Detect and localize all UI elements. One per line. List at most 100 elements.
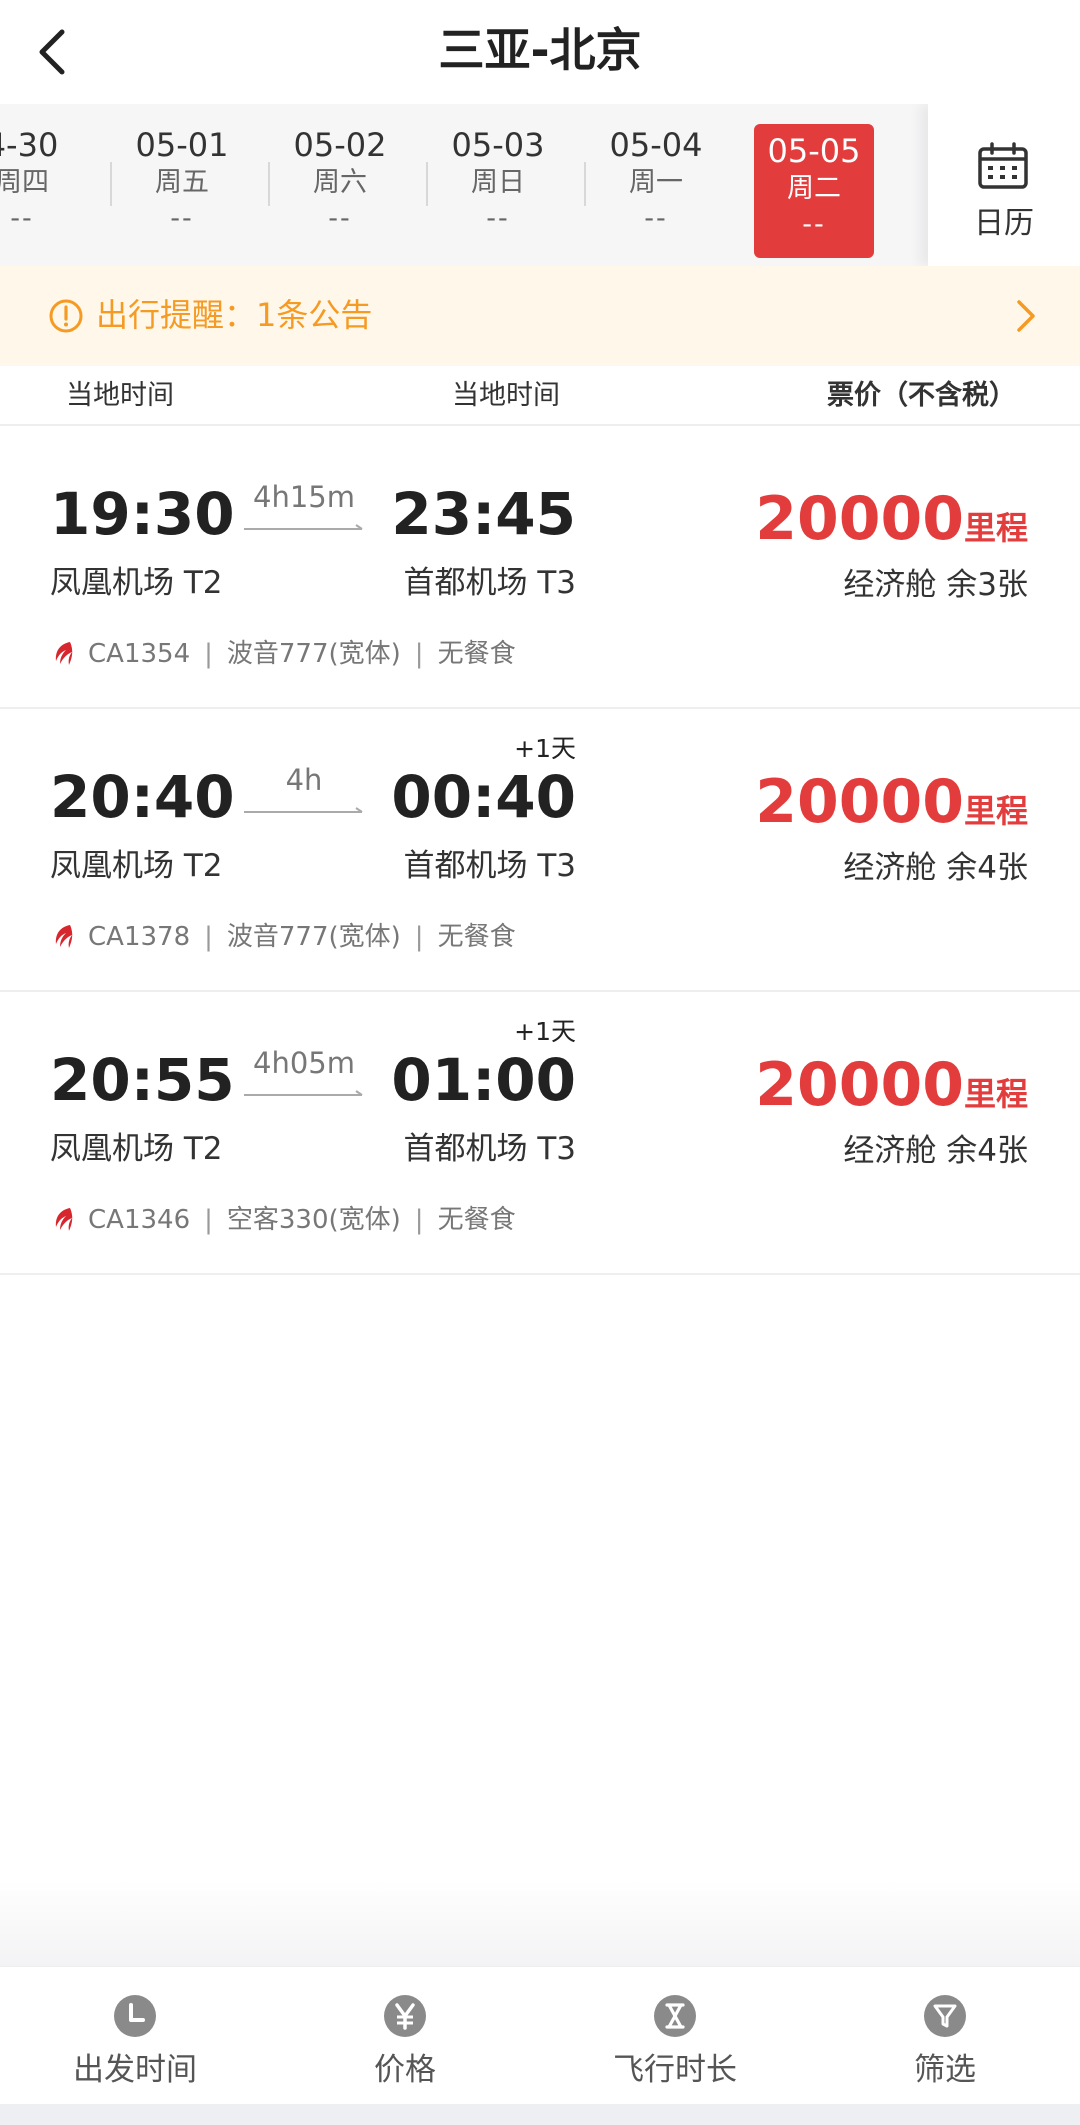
date-label: 4-30 [0, 126, 59, 164]
date-item-0501[interactable]: 05-01 周五 -- [122, 124, 242, 244]
arrival-airport: 首都机场 T3 [403, 565, 576, 601]
bottom-fade [0, 1880, 1080, 1966]
date-label: 05-05 [767, 132, 861, 170]
tab-label: 飞行时长 [613, 2052, 737, 2088]
column-header: 当地时间 当地时间 票价（不含税） [0, 366, 1080, 426]
date-item-0504[interactable]: 05-04 周一 -- [596, 124, 716, 244]
flight-duration: 4h15m [253, 480, 355, 514]
tab-filter[interactable]: 筛选 [810, 1967, 1080, 2105]
date-label: 05-03 [451, 126, 545, 164]
page-title: 三亚-北京 [438, 23, 642, 77]
flight-row[interactable]: 19:30 4h15m 23:45 凤凰机场 T2 首都机场 T3 20000里… [0, 426, 1080, 709]
departure-time: 20:55 [50, 1046, 235, 1114]
weekday-label: 周五 [155, 167, 209, 198]
meal-info: 无餐食 [437, 639, 516, 669]
arrival-time: 00:40 [391, 763, 576, 831]
travel-notice-banner[interactable]: 出行提醒：1条公告 [0, 266, 1080, 366]
price-unit: 里程 [963, 792, 1028, 830]
cabin-availability: 经济舱 余3张 [843, 567, 1028, 603]
tab-flight-duration[interactable]: 飞行时长 [540, 1967, 810, 2105]
arrival-time: 01:00 [391, 1046, 576, 1114]
flight-meta: CA1346 | 空客330(宽体) | 无餐食 [50, 1202, 516, 1238]
departure-time: 20:40 [50, 763, 235, 831]
alert-circle-icon [49, 299, 83, 333]
date-item-0430[interactable]: 4-30 周四 -- [0, 124, 82, 244]
meta-separator: | [204, 1205, 213, 1235]
price-value: 20000 [755, 1050, 964, 1120]
duration-arrow [244, 524, 363, 530]
yuan-icon [384, 1995, 426, 2037]
date-price: -- [10, 203, 34, 234]
divider [426, 162, 428, 206]
flight-number: CA1354 [88, 639, 191, 669]
divider [110, 162, 112, 206]
arrival-airport: 首都机场 T3 [403, 848, 576, 884]
date-price: -- [170, 203, 194, 234]
departure-time: 19:30 [50, 480, 235, 548]
weekday-label: 周六 [313, 167, 367, 198]
cabin-availability: 经济舱 余4张 [843, 850, 1028, 886]
tab-departure-time[interactable]: 出发时间 [0, 1967, 270, 2105]
weekday-label: 周日 [471, 167, 525, 198]
cabin-availability: 经济舱 余4张 [843, 1133, 1028, 1169]
ticket-price: 20000里程 [755, 767, 1028, 852]
flight-row[interactable]: 20:40 4h +1天 00:40 凤凰机场 T2 首都机场 T3 20000… [0, 709, 1080, 992]
date-selector: 4-30 周四 -- 05-01 周五 -- 05-02 周六 -- 05-03… [0, 104, 1080, 266]
flight-number: CA1346 [88, 1205, 191, 1235]
calendar-label: 日历 [974, 206, 1034, 241]
arrival-column-label: 当地时间 [452, 380, 560, 411]
date-label: 05-04 [609, 126, 703, 164]
flight-meta: CA1378 | 波音777(宽体) | 无餐食 [50, 919, 516, 955]
departure-column-label: 当地时间 [66, 380, 174, 411]
date-price: -- [486, 203, 510, 234]
air-china-logo-icon [55, 1208, 73, 1231]
departure-airport: 凤凰机场 T2 [50, 1131, 223, 1167]
tab-label: 筛选 [914, 2052, 976, 2088]
price-column-label: 票价（不含税） [827, 380, 1016, 411]
date-item-0505-selected[interactable]: 05-05 周二 -- [754, 124, 874, 258]
price-unit: 里程 [963, 1075, 1028, 1113]
ticket-price: 20000里程 [755, 1050, 1028, 1135]
air-china-logo-icon [55, 925, 73, 948]
divider [268, 162, 270, 206]
meta-separator: | [204, 922, 213, 952]
departure-airport: 凤凰机场 T2 [50, 565, 223, 601]
departure-airport: 凤凰机场 T2 [50, 848, 223, 884]
date-price: -- [328, 203, 352, 234]
date-label: 05-01 [135, 126, 229, 164]
meta-separator: | [414, 639, 424, 669]
arrival-airport: 首都机场 T3 [403, 1131, 576, 1167]
chevron-right-icon [1017, 300, 1035, 332]
flight-row[interactable]: 20:55 4h05m +1天 01:00 凤凰机场 T2 首都机场 T3 20… [0, 992, 1080, 1275]
meta-separator: | [204, 639, 213, 669]
date-label: 05-02 [293, 126, 387, 164]
calendar-icon [978, 142, 1028, 189]
sort-filter-bar: 出发时间 价格 飞行时长 筛选 [0, 1966, 1080, 2104]
arrival-time: 23:45 [391, 480, 576, 548]
tab-price[interactable]: 价格 [270, 1967, 540, 2105]
tab-label: 价格 [374, 2052, 436, 2088]
meal-info: 无餐食 [437, 1205, 516, 1235]
notice-text: 出行提醒：1条公告 [96, 296, 373, 334]
meta-separator: | [414, 922, 424, 952]
meta-separator: | [414, 1205, 424, 1235]
aircraft-type: 波音777(宽体) [226, 639, 401, 669]
aircraft-type: 空客330(宽体) [226, 1205, 401, 1235]
date-price: -- [644, 203, 668, 234]
price-value: 20000 [755, 767, 964, 837]
divider [584, 162, 586, 206]
meal-info: 无餐食 [437, 922, 516, 952]
flight-meta: CA1354 | 波音777(宽体) | 无餐食 [50, 636, 516, 672]
date-item-0503[interactable]: 05-03 周日 -- [438, 124, 558, 244]
flight-list-page: 三亚-北京 4-30 周四 -- 05-01 周五 -- 05-02 周六 --… [0, 0, 1080, 2125]
price-unit: 里程 [963, 509, 1028, 547]
filter-icon [924, 1995, 966, 2037]
home-indicator-area [0, 2104, 1080, 2125]
date-item-0502[interactable]: 05-02 周六 -- [280, 124, 400, 244]
calendar-button[interactable]: 日历 [928, 104, 1080, 266]
flight-duration: 4h05m [253, 1046, 355, 1080]
clock-icon [114, 1995, 156, 2037]
duration-arrow [244, 1090, 363, 1096]
hourglass-icon [654, 1995, 696, 2037]
weekday-label: 周一 [629, 167, 683, 198]
